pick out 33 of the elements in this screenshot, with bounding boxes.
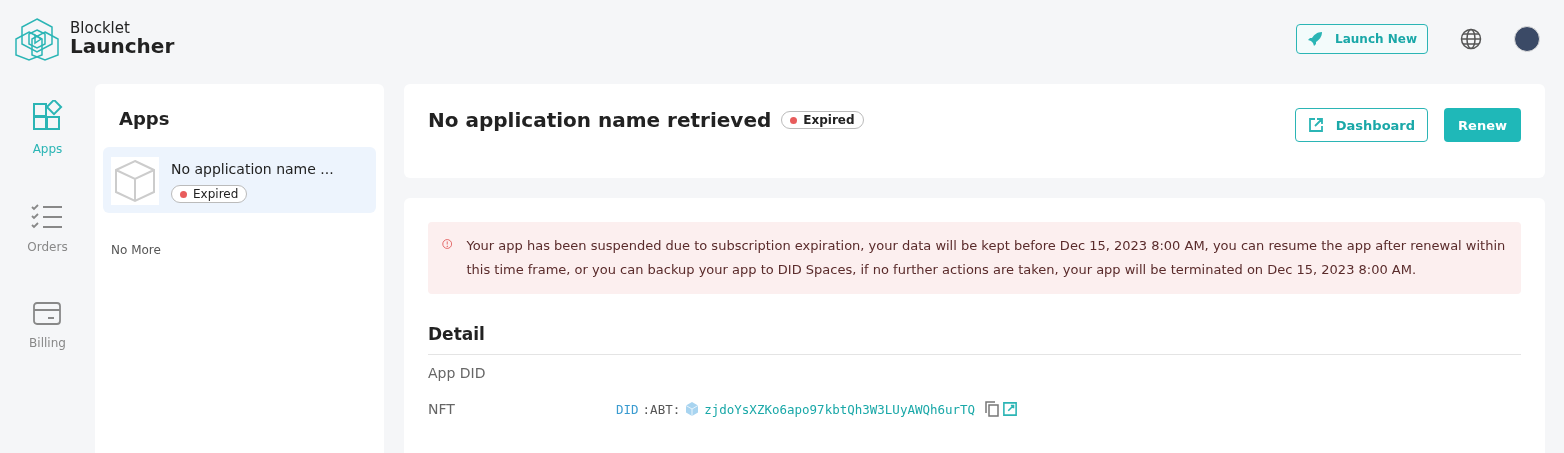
did-type: :ABT: (642, 401, 681, 417)
nav-item[interactable]: Apps (31, 100, 64, 156)
box-icon (111, 157, 159, 205)
section-title: Detail (428, 324, 1521, 355)
checklist-icon (31, 204, 64, 230)
status-badge: Expired (171, 185, 248, 203)
card-icon (33, 302, 62, 326)
launch-new-button[interactable]: Launch New (1296, 24, 1428, 54)
logo-title: Blocklet (70, 20, 131, 37)
did-prefix: DID (616, 401, 639, 417)
nav-item[interactable]: Billing (29, 302, 66, 350)
app-list-item[interactable]: No application name ... Expired (103, 147, 376, 213)
avatar[interactable] (1514, 26, 1540, 52)
app-title: No application name retrieved (428, 108, 772, 132)
alert-message: Your app has been suspended due to subscription expiration, your data will be kept before Dec 15, 2023 8:00 AM, you can resume the app after renewal within this time frame, or you can backup your app to DID Spaces, if no further actions are taken, your app will be terminated on Dec 15, 2023 8:00 AM. (466, 237, 1507, 279)
logo-subtitle: Launcher (70, 36, 175, 58)
apps-icon (31, 100, 64, 132)
nav-item[interactable]: Orders (27, 204, 68, 254)
globe-icon[interactable] (1460, 28, 1482, 50)
external-link-icon (1307, 117, 1324, 133)
renew-button[interactable]: Renew (1444, 108, 1521, 142)
cube-icon (684, 401, 701, 417)
rocket-icon (1307, 31, 1324, 47)
status-badge: Expired (781, 111, 864, 129)
panel-title: Apps (119, 108, 171, 129)
detail-label: App DID (428, 365, 487, 381)
logo-icon (14, 17, 60, 61)
did-value: zjdoYsXZKo6apo97kbtQh3W3LUyAWQh6urTQ (704, 401, 976, 417)
detail-label: NFT (428, 401, 456, 417)
dashboard-button[interactable]: Dashboard (1294, 108, 1429, 142)
copy-icon[interactable] (985, 401, 1000, 417)
app-name: No application name ... (171, 161, 334, 177)
list-end-text: No More (111, 243, 162, 257)
